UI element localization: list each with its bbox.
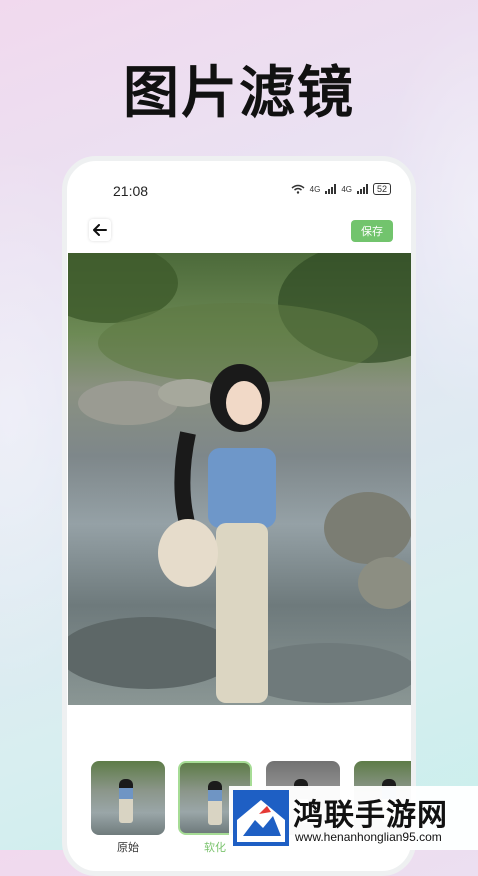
watermark: 鸿联手游网 www.henanhonglian95.com <box>229 786 478 850</box>
top-bar: 保存 <box>67 211 411 251</box>
filter-label: 原始 <box>117 842 139 854</box>
status-icons: 4G 4G 52 <box>291 183 391 195</box>
filter-thumb[interactable] <box>91 761 165 835</box>
status-bar: 21:08 4G 4G 52 <box>67 161 411 205</box>
signal-icon <box>325 184 337 194</box>
photo-scene <box>68 253 411 703</box>
back-button[interactable] <box>89 219 111 241</box>
battery-icon: 52 <box>372 183 391 195</box>
wifi-icon <box>291 184 305 194</box>
network-label: 4G <box>341 184 352 194</box>
watermark-name: 鸿联手游网 <box>293 798 448 833</box>
network-label: 4G <box>309 184 321 194</box>
watermark-url: www.henanhonglian95.com <box>295 830 442 844</box>
status-time: 21:08 <box>113 183 149 199</box>
site-logo <box>233 790 289 846</box>
arrow-left-icon <box>93 224 107 236</box>
photo-preview <box>68 253 411 705</box>
phone-frame: 21:08 4G 4G 52 保存 原始 软化 <box>62 156 416 876</box>
signal-icon <box>356 184 368 194</box>
page-headline: 图片滤镜 <box>123 61 355 126</box>
save-button[interactable]: 保存 <box>351 220 393 242</box>
